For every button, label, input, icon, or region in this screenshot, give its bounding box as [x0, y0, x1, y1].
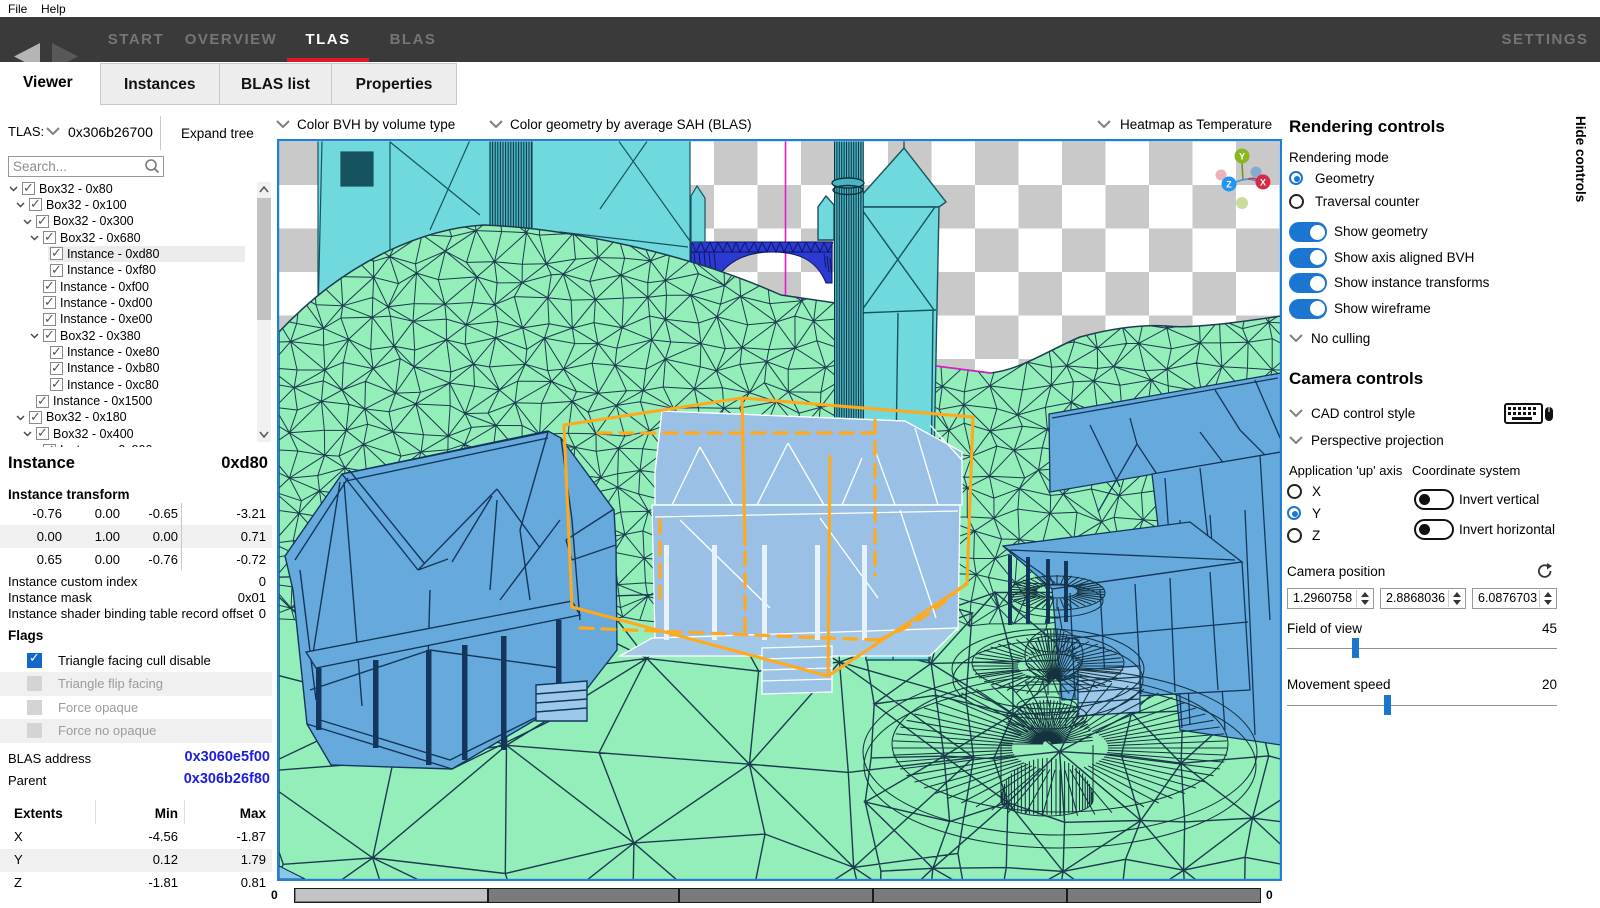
svg-text:Y: Y [1239, 152, 1245, 162]
svg-text:Z: Z [1226, 180, 1232, 190]
svg-text:X: X [1260, 178, 1266, 188]
